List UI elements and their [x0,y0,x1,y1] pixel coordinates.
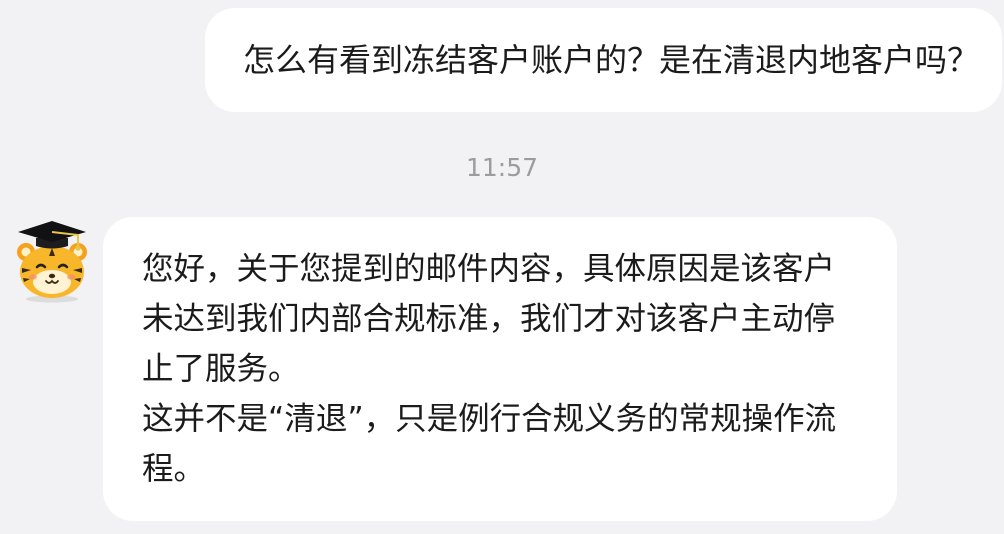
outgoing-message-bubble[interactable]: 怎么有看到冻结客户账户的？是在清退内地客户吗？ [205,8,1002,112]
tiger-graduate-avatar-icon[interactable] [14,218,90,304]
incoming-message-line: 这并不是“清退”，只是例行合规义务的常规操作流 [142,401,837,437]
incoming-message-bubble[interactable]: 您好，关于您提到的邮件内容，具体原因是该客户 未达到我们内部合规标准，我们才对该… [103,217,897,521]
incoming-message-line: 程。 [142,451,206,487]
incoming-message-line: 止了服务。 [142,351,300,387]
incoming-message-line: 未达到我们内部合规标准，我们才对该客户主动停 [142,301,836,337]
outgoing-message-text: 怎么有看到冻结客户账户的？是在清退内地客户吗？ [243,41,980,79]
message-timestamp: 11:57 [465,153,539,182]
incoming-message-line: 您好，关于您提到的邮件内容，具体原因是该客户 [142,251,836,287]
